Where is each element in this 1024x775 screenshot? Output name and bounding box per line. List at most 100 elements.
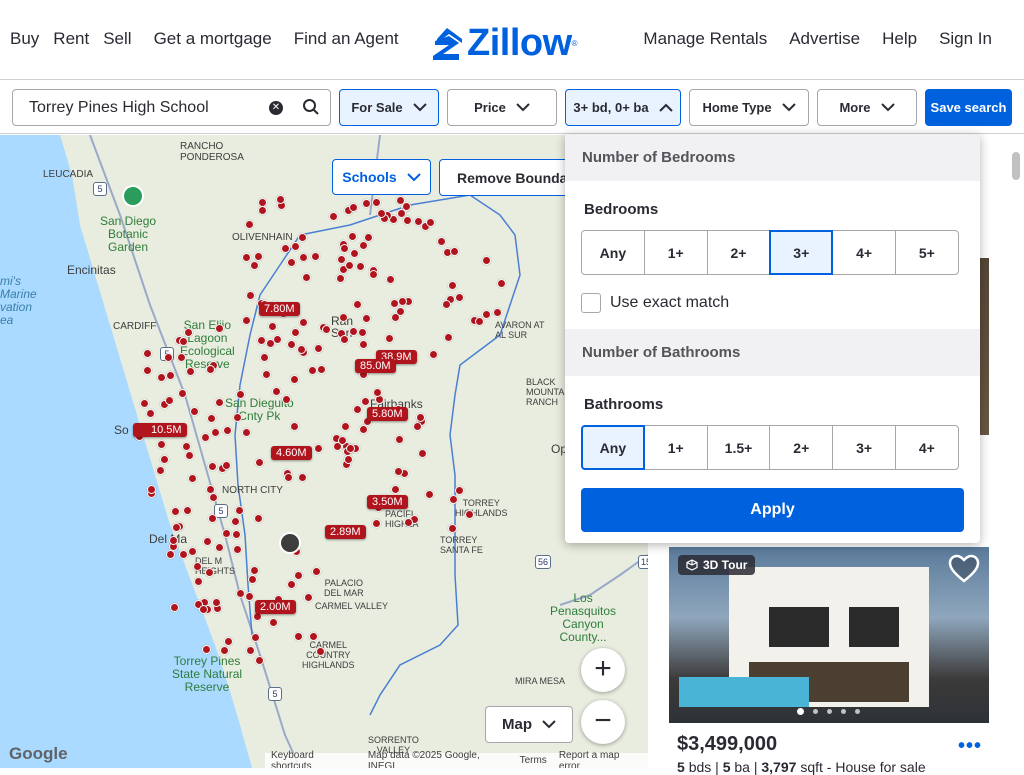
listing-pin[interactable]: [214, 542, 224, 552]
price-filter-button[interactable]: Price: [447, 89, 557, 126]
listing-pin[interactable]: [166, 549, 176, 559]
listing-pin[interactable]: [231, 516, 241, 526]
search-icon[interactable]: [302, 98, 320, 116]
for-sale-filter-button[interactable]: For Sale: [339, 89, 439, 126]
listing-pin[interactable]: [246, 645, 255, 655]
bedroom-option[interactable]: Any: [581, 230, 645, 275]
listing-pin[interactable]: [244, 591, 254, 601]
save-search-button[interactable]: Save search: [925, 89, 1012, 126]
listing-pin[interactable]: [397, 297, 407, 307]
price-pin[interactable]: 85.0M: [355, 359, 396, 373]
bedroom-option[interactable]: 5+: [894, 230, 959, 275]
listing-pin[interactable]: [182, 441, 192, 451]
listing-pin[interactable]: [315, 646, 325, 656]
listing-pin[interactable]: [413, 216, 423, 226]
listing-pin[interactable]: [176, 352, 186, 362]
more-filter-button[interactable]: More: [817, 89, 917, 126]
more-options-icon[interactable]: •••: [958, 735, 982, 758]
listing-pin[interactable]: [293, 570, 303, 580]
listing-pin[interactable]: [358, 327, 368, 337]
nav-manage-rentals[interactable]: Manage Rentals: [643, 29, 767, 49]
bedroom-option[interactable]: 3+: [769, 230, 834, 275]
listing-pin[interactable]: [186, 366, 196, 376]
bedroom-option[interactable]: 4+: [832, 230, 896, 275]
listing-pin[interactable]: [267, 321, 277, 331]
remove-boundary-button[interactable]: Remove Boundary: [439, 159, 579, 196]
listing-pin[interactable]: [165, 395, 175, 405]
listing-pin[interactable]: [254, 251, 264, 261]
listing-pin[interactable]: [236, 389, 246, 399]
listing-pin[interactable]: [348, 203, 358, 213]
listing-pin[interactable]: [286, 579, 296, 589]
bathroom-option[interactable]: 2+: [769, 425, 834, 470]
listing-pin[interactable]: [221, 528, 231, 538]
school-pin-icon[interactable]: [122, 185, 144, 207]
listing-pin[interactable]: [202, 536, 212, 546]
terms-link[interactable]: Terms: [520, 755, 547, 766]
zillow-logo[interactable]: Zillow ®: [431, 22, 578, 65]
listing-pin[interactable]: [428, 349, 438, 359]
listing-pin[interactable]: [241, 316, 251, 325]
listing-pin[interactable]: [232, 529, 242, 539]
listing-pin[interactable]: [256, 335, 266, 345]
home-type-filter-button[interactable]: Home Type: [689, 89, 809, 126]
nav-buy[interactable]: Buy: [10, 29, 39, 49]
listing-pin[interactable]: [296, 345, 306, 355]
listing-pin[interactable]: [336, 255, 346, 265]
clear-search-icon[interactable]: ✕: [269, 101, 283, 115]
listing-pin[interactable]: [337, 435, 347, 445]
listing-pin[interactable]: [464, 509, 474, 519]
listing-pin[interactable]: [361, 198, 371, 208]
nav-rent[interactable]: Rent: [53, 29, 89, 49]
listing-pin[interactable]: [416, 412, 426, 422]
nav-sign-in[interactable]: Sign In: [939, 29, 992, 49]
bathroom-option[interactable]: 3+: [832, 425, 896, 470]
zoom-out-button[interactable]: −: [581, 700, 625, 744]
listing-pin[interactable]: [179, 549, 189, 559]
listing-pin[interactable]: [222, 426, 232, 436]
listing-pin[interactable]: [364, 232, 374, 242]
listing-pin[interactable]: [344, 454, 354, 464]
listing-pin[interactable]: [425, 218, 435, 228]
listing-pin[interactable]: [290, 242, 300, 252]
bathroom-option[interactable]: 4+: [894, 425, 959, 470]
listing-pin[interactable]: [187, 473, 197, 483]
price-pin[interactable]: 3.50M: [367, 495, 408, 509]
search-input[interactable]: Torrey Pines High School ✕: [12, 89, 331, 126]
nav-help[interactable]: Help: [882, 29, 917, 49]
listing-pin[interactable]: [261, 370, 271, 380]
keyboard-shortcuts-link[interactable]: Keyboard shortcuts: [271, 750, 356, 769]
listing-pin[interactable]: [443, 332, 453, 342]
listing-pin[interactable]: [183, 327, 193, 337]
listing-pin[interactable]: [304, 592, 314, 602]
listing-pin[interactable]: [372, 387, 382, 397]
listing-pin[interactable]: [454, 485, 464, 495]
listing-pin[interactable]: [298, 232, 308, 242]
listing-pin[interactable]: [290, 327, 300, 337]
listing-pin[interactable]: [142, 365, 152, 375]
listing-pin[interactable]: [441, 300, 451, 310]
listing-pin[interactable]: [390, 485, 400, 495]
listing-pin[interactable]: [340, 334, 350, 344]
listing-pin[interactable]: [358, 339, 368, 349]
listing-pin[interactable]: [311, 567, 321, 577]
bedroom-option[interactable]: 1+: [643, 230, 708, 275]
listing-pin[interactable]: [142, 348, 152, 358]
bathroom-option[interactable]: Any: [581, 425, 645, 470]
price-pin[interactable]: 4.60M: [271, 446, 312, 460]
listing-pin[interactable]: [204, 568, 214, 578]
beds-baths-filter-button[interactable]: 3+ bd, 0+ ba: [565, 89, 681, 126]
nav-advertise[interactable]: Advertise: [789, 29, 860, 49]
listing-pin[interactable]: [187, 546, 197, 556]
listing-pin[interactable]: [272, 335, 282, 345]
listing-pin[interactable]: [202, 645, 211, 655]
listing-pin[interactable]: [155, 465, 165, 475]
listing-pin[interactable]: [224, 636, 234, 646]
schools-toggle-button[interactable]: Schools: [332, 159, 431, 195]
listing-pin[interactable]: [214, 397, 224, 407]
map-canvas[interactable]: RANCHO PONDEROSA LEUCADIA San Diego Botani…: [0, 135, 648, 768]
apply-button[interactable]: Apply: [581, 488, 964, 532]
listing-pin[interactable]: [268, 617, 278, 627]
listing-pin[interactable]: [301, 273, 311, 283]
listing-pin[interactable]: [200, 433, 210, 443]
